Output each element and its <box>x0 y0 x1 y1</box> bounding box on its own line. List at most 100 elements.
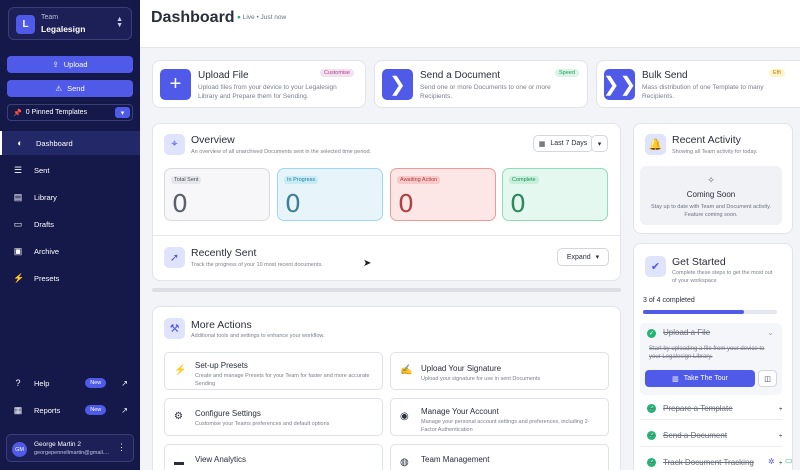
nav-drafts[interactable]: ▭ Drafts <box>0 212 140 236</box>
action-desc: Create and manage Presets for your Team … <box>195 373 370 387</box>
nav-sent[interactable]: ☰ Sent <box>0 158 140 182</box>
nav-label: Drafts <box>34 219 55 229</box>
action-view-analytics[interactable]: ▬ View Analytics <box>164 444 383 470</box>
check-icon: ✓ <box>647 329 656 338</box>
open-book-icon[interactable]: ◫ <box>758 370 777 387</box>
expand-button[interactable]: Expand ▾ <box>557 248 609 266</box>
stat-value: 0 <box>510 189 526 218</box>
expand-label: Expand <box>566 253 591 261</box>
send-button[interactable]: ⚠ Send <box>7 80 133 97</box>
tile-tag: Customise <box>320 69 354 77</box>
get-started-title: Get Started <box>672 256 726 268</box>
step-title: Prepare a Template <box>663 404 733 413</box>
action-upload-signature[interactable]: ✍ Upload Your Signature Upload your sign… <box>390 352 609 390</box>
period-label: Last 7 Days <box>550 140 588 147</box>
team-logo: L <box>16 15 35 34</box>
calendar-icon: ▦ <box>538 140 546 148</box>
chevron-down-icon[interactable]: ▾ <box>591 135 608 152</box>
step-track-document[interactable]: ✓ Track Document Tracking › <box>640 452 782 470</box>
nav-library[interactable]: ▤ Library <box>0 185 140 209</box>
gear-icon: ⚙ <box>174 411 183 422</box>
pinned-label: 0 Pinned Templates <box>25 109 88 116</box>
external-link-icon[interactable]: ↗ <box>121 379 128 388</box>
recent-activity-subtitle: Showing all Team activity for today. <box>672 149 758 155</box>
live-status: ● Live • Just now <box>237 14 286 21</box>
step-desc: Start by uploading a file from your devi… <box>649 346 765 360</box>
user-account[interactable]: GM George Martin 2 georgepennellmartin@g… <box>6 434 134 462</box>
tile-title: Upload File <box>198 70 249 81</box>
team-label: Team <box>41 14 59 21</box>
take-tour-button[interactable]: ▥ Take The Tour <box>645 370 755 387</box>
tools-icon: ⚒ <box>164 318 185 339</box>
check-icon: ✓ <box>647 458 656 467</box>
stat-total-sent[interactable]: Total Sent 0 <box>164 168 270 221</box>
step-prepare-template[interactable]: ✓ Prepare a Template › <box>640 398 782 420</box>
check-icon: ✓ <box>647 404 656 413</box>
check-circle-icon: ✔ <box>645 256 666 277</box>
pinned-templates[interactable]: 📌 0 Pinned Templates ▾ <box>7 104 133 121</box>
nav-help[interactable]: ? Help New ↗ <box>0 371 140 395</box>
stat-in-progress[interactable]: In Progress 0 <box>277 168 383 221</box>
more-options-icon[interactable]: ⋮ <box>117 442 126 453</box>
library-icon: ▤ <box>13 191 23 202</box>
reports-icon: ▦ <box>13 404 23 415</box>
nav-label: Archive <box>34 246 60 256</box>
nav-reports[interactable]: ▦ Reports New ↗ <box>0 398 140 422</box>
more-actions-title: More Actions <box>191 319 252 331</box>
nav-label: Reports <box>34 405 61 415</box>
send-document-tile[interactable]: ❯ Send a Document Send one or more Docum… <box>374 60 588 108</box>
action-team-management[interactable]: ◍ Team Management <box>390 444 609 470</box>
divider <box>153 235 620 236</box>
action-desc: Customise your Teams preferences and def… <box>195 421 330 427</box>
action-configure-settings[interactable]: ⚙ Configure Settings Customise your Team… <box>164 398 383 436</box>
live-text: Live • Just now <box>242 14 287 21</box>
help-icon: ? <box>15 378 21 388</box>
team-icon: ◍ <box>400 457 409 468</box>
drafts-icon: ▭ <box>13 218 23 229</box>
team-switcher[interactable]: L Team Legalesign ▲ ▼ <box>8 7 132 40</box>
more-actions-subtitle: Additional tools and settings to enhance… <box>191 333 325 339</box>
chevron-down-icon[interactable]: ▾ <box>115 107 130 118</box>
nav-label: Presets <box>34 273 60 283</box>
step-send-document[interactable]: ✓ Send a Document › <box>640 425 782 447</box>
warning-icon: ⚠ <box>55 84 63 93</box>
tile-desc: Upload files from your device to your Le… <box>198 84 337 100</box>
upload-file-tile[interactable]: + Upload File Upload files from your dev… <box>152 60 366 108</box>
bulk-send-tile[interactable]: ❯❯ Bulk Send Mass distribution of one Te… <box>596 60 800 108</box>
stat-label: In Progress <box>284 176 319 184</box>
chevron-down-icon: ▾ <box>595 254 600 261</box>
signature-icon: ✍ <box>400 365 413 376</box>
progress-bar <box>643 310 777 314</box>
nav-label: Dashboard <box>36 138 73 148</box>
stat-complete[interactable]: Complete 0 <box>502 168 608 221</box>
external-link-icon[interactable]: ↗ <box>121 406 128 415</box>
coming-soon-title: Coming Soon <box>686 190 736 199</box>
get-started-subtitle: Complete these steps to get the most out… <box>672 270 773 284</box>
sparkle-icon[interactable]: ✲ <box>768 457 775 466</box>
pin-icon: 📌 <box>13 109 22 117</box>
stat-label: Total Sent <box>171 176 202 184</box>
sparkle-icon: ✧ <box>707 175 715 185</box>
nav-presets[interactable]: ⚡ Presets <box>0 266 140 290</box>
action-title: Upload Your Signature <box>421 364 502 373</box>
nav-dashboard[interactable]: ◐ Dashboard <box>0 131 140 155</box>
tile-title: Bulk Send <box>642 70 688 81</box>
nav-archive[interactable]: ▣ Archive <box>0 239 140 263</box>
book-icon: ▥ <box>672 375 679 383</box>
step-title: Send a Document <box>663 431 728 440</box>
action-setup-presets[interactable]: ⚡ Set-up Presets Create and manage Prese… <box>164 352 383 390</box>
tile-tag: Speed <box>555 69 579 77</box>
stat-label: Awaiting Action <box>397 176 441 184</box>
period-select[interactable]: ▦ Last 7 Days <box>533 135 593 152</box>
recent-activity-title: Recent Activity <box>672 134 741 146</box>
inbox-icon: ☰ <box>13 164 23 175</box>
lightning-icon: ⚡ <box>174 365 187 376</box>
action-manage-account[interactable]: ◉ Manage Your Account Manage your person… <box>390 398 609 436</box>
chevron-down-icon[interactable]: ⌄ <box>767 328 774 337</box>
stat-awaiting-action[interactable]: Awaiting Action 0 <box>390 168 496 221</box>
chat-icon[interactable]: ▭ <box>785 456 793 465</box>
upload-button[interactable]: ⇪ Upload <box>7 56 133 73</box>
step-upload-file[interactable]: ✓ Upload a File ⌄ Start by uploading a f… <box>640 323 782 395</box>
overview-subtitle: An overview of all unarchived Documents … <box>191 149 372 155</box>
action-desc: Manage your personal account settings an… <box>421 419 590 433</box>
